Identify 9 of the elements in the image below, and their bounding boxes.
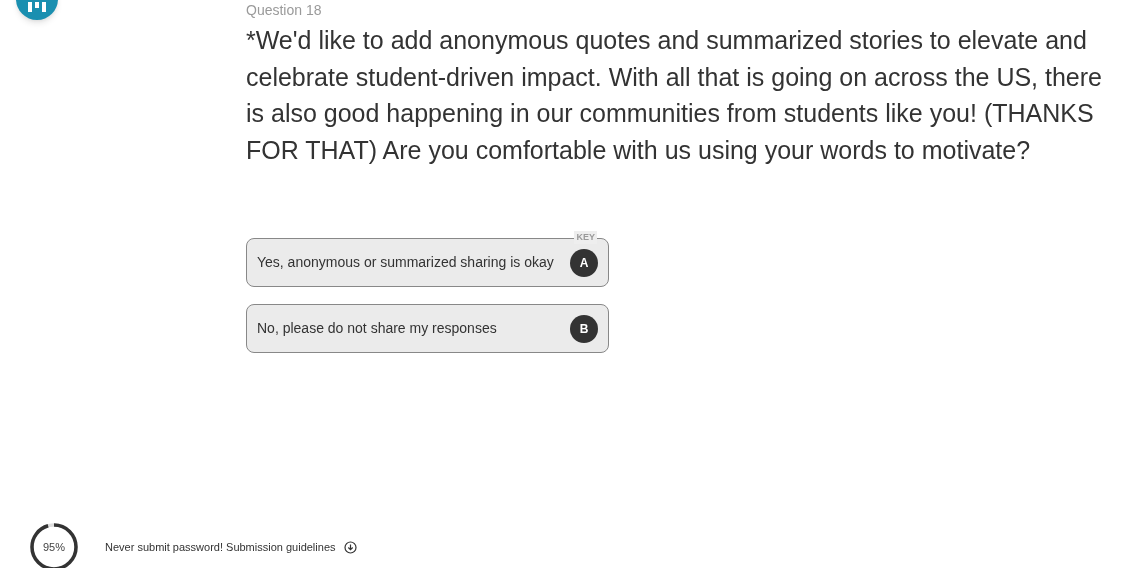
key-badge: A — [570, 248, 598, 277]
question-text: *We'd like to add anonymous quotes and summarized stories to elevate and celebrate student-driven impact. With all that is going on across the US, there is also good happening in our communities from students like you! (THANKS FOR THAT) Are you comfortable with us using your words to motivate? — [246, 25, 1103, 166]
download-icon[interactable] — [343, 540, 357, 554]
question-number: Question 18 — [246, 1, 323, 20]
key-badge: B — [570, 314, 598, 343]
answer-option[interactable]: No, please do not share my responses B — [246, 304, 609, 353]
guidelines-notice[interactable]: Never submit password! Submission guidelines — [105, 538, 336, 556]
progress-ring — [30, 523, 78, 568]
progress-percent: 95% — [43, 541, 65, 553]
